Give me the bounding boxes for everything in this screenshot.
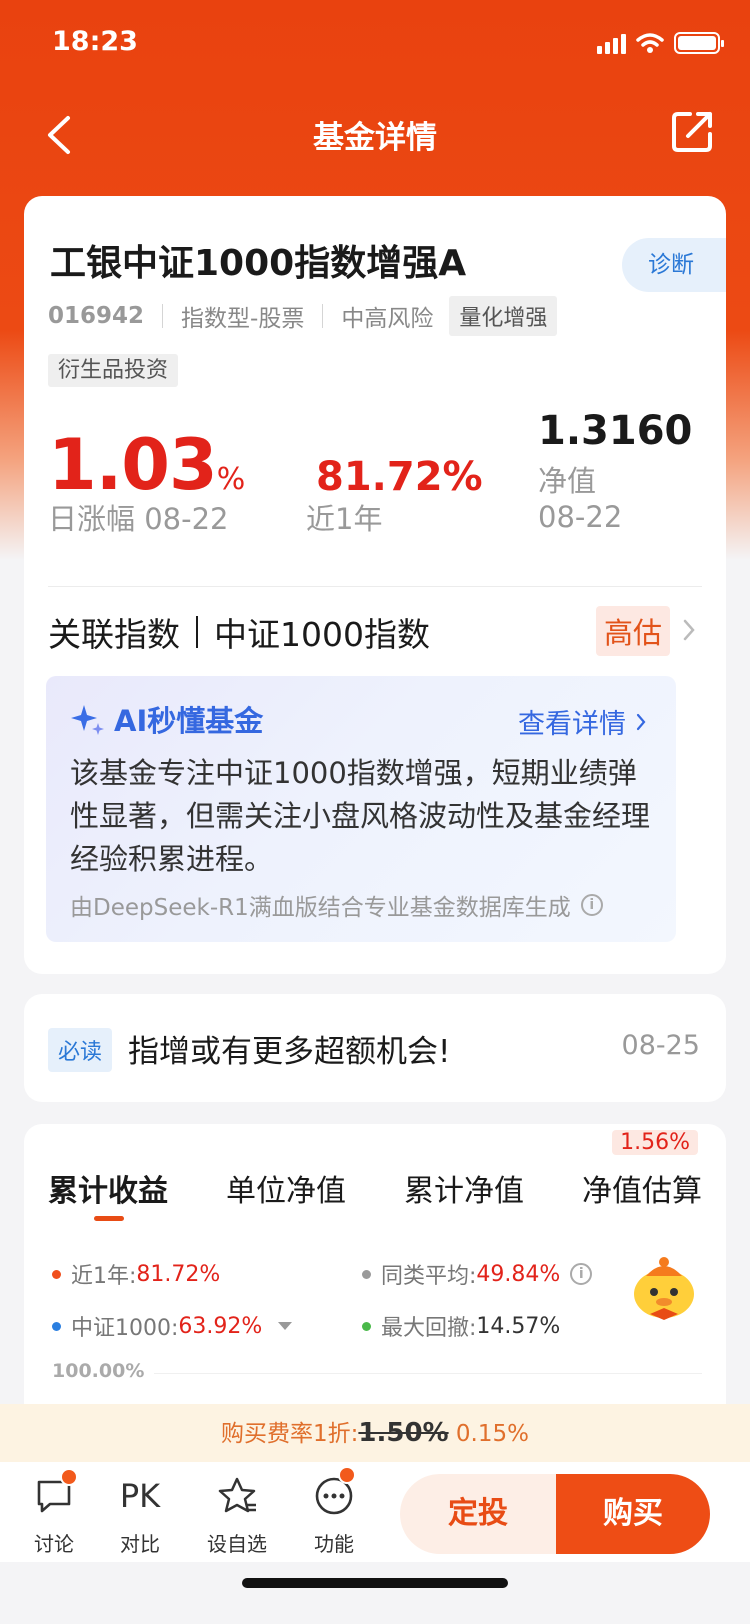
- discounted-fee: 0.15%: [455, 1421, 529, 1447]
- nav-date: 08-22: [538, 500, 623, 534]
- divider: [48, 586, 702, 587]
- chart-tabs: 累计收益 单位净值 累计净值 净值估算: [48, 1166, 702, 1221]
- valuation-badge[interactable]: 高估: [595, 606, 670, 656]
- functions-button[interactable]: 功能: [294, 1466, 374, 1557]
- dropdown-triangle-icon[interactable]: [278, 1322, 293, 1330]
- info-icon[interactable]: i: [570, 1263, 593, 1285]
- battery-icon: [674, 32, 724, 54]
- tab-unit-nav[interactable]: 单位净值: [226, 1166, 346, 1210]
- chevron-right-icon[interactable]: [682, 618, 696, 642]
- discuss-button[interactable]: 讨论: [14, 1468, 94, 1557]
- fund-code: 016942: [48, 303, 145, 329]
- info-icon[interactable]: i: [580, 894, 603, 916]
- fee-banner[interactable]: 购买费率1折:1.50% 0.15%: [0, 1404, 750, 1462]
- one-year-return-label: 近1年: [306, 502, 383, 536]
- divider: [322, 304, 324, 328]
- legend-dot: [362, 1269, 371, 1279]
- ai-view-details-link[interactable]: 查看详情: [518, 702, 646, 741]
- sparkle-icon: [71, 705, 104, 735]
- status-icons: [597, 32, 724, 54]
- related-index-row[interactable]: 关联指数 中证1000指数: [48, 608, 430, 656]
- daily-change-value: 1.03%: [48, 424, 245, 506]
- legend-dot: [52, 1269, 61, 1279]
- bottom-action-bar: 讨论 PK 对比 设自选 功能 定投 购买: [0, 1462, 750, 1562]
- diagnose-button[interactable]: 诊断: [622, 238, 726, 292]
- must-read-badge: 必读: [48, 1028, 113, 1072]
- y-axis-tick-top: 100.00%: [52, 1360, 145, 1382]
- share-icon[interactable]: [668, 106, 718, 156]
- ai-summary-title: AI秒懂基金: [70, 698, 263, 740]
- nav-label: 净值: [538, 464, 597, 498]
- one-year-return-value: 81.72%: [316, 454, 483, 500]
- fund-summary-card: 工银中证1000指数增强A 诊断 016942 指数型-股票 中高风险 量化增强…: [24, 196, 726, 974]
- legend-dot: [362, 1321, 371, 1331]
- legend-category-average: 同类平均: 49.84% i: [362, 1258, 593, 1290]
- news-headline[interactable]: 指增或有更多超额机会!: [128, 1026, 450, 1071]
- legend-dot: [52, 1321, 61, 1331]
- ai-summary-box: AI秒懂基金 查看详情 该基金专注中证1000指数增强，短期业绩弹性显著，但需关…: [46, 676, 676, 942]
- home-indicator[interactable]: [242, 1578, 508, 1588]
- news-date: 08-25: [621, 1030, 700, 1061]
- ai-summary-text: 该基金专注中证1000指数增强，短期业绩弹性显著，但需关注小盘风格波动性及基金经…: [70, 756, 651, 876]
- notification-dot: [60, 1468, 78, 1486]
- legend-max-drawdown: 最大回撤: 14.57%: [362, 1310, 560, 1342]
- sip-button[interactable]: 定投: [400, 1474, 556, 1554]
- related-index-name: 中证1000指数: [214, 615, 430, 654]
- legend-one-year: 近1年: 81.72%: [52, 1258, 220, 1290]
- tab-accumulated-nav[interactable]: 累计净值: [404, 1166, 524, 1210]
- tag-quant: 量化增强: [449, 296, 558, 336]
- active-tab-indicator: [94, 1216, 124, 1221]
- chevron-right-icon: [636, 713, 646, 730]
- fund-name: 工银中证1000指数增强A: [50, 243, 467, 284]
- status-bar: 18:23: [0, 0, 750, 90]
- fund-risk: 中高风险: [341, 306, 434, 332]
- mascot-icon[interactable]: [628, 1252, 700, 1322]
- buy-button[interactable]: 购买: [556, 1474, 710, 1554]
- fund-meta-row: 016942 指数型-股票 中高风险 量化增强: [48, 296, 558, 336]
- cellular-signal-icon: [597, 32, 626, 54]
- pk-icon: PK: [119, 1477, 161, 1515]
- fund-type: 指数型-股票: [181, 306, 305, 332]
- add-watchlist-button[interactable]: 设自选: [197, 1474, 277, 1557]
- notification-dot: [338, 1466, 356, 1484]
- performance-chart-card: 1.56% 累计收益 单位净值 累计净值 净值估算 近1年: 81.72% 同类平…: [24, 1124, 726, 1434]
- home-indicator-area: [0, 1562, 750, 1624]
- tag-derivatives: 衍生品投资: [48, 354, 179, 387]
- wifi-icon: [636, 33, 664, 53]
- estimate-badge: 1.56%: [612, 1130, 698, 1155]
- divider: [162, 304, 164, 328]
- tab-nav-estimate[interactable]: 净值估算: [582, 1166, 702, 1210]
- related-index-label: 关联指数: [48, 615, 180, 654]
- page-title: 基金详情: [313, 120, 437, 156]
- nav-bar: 基金详情: [0, 90, 750, 180]
- news-card[interactable]: 必读 指增或有更多超额机会! 08-25: [24, 994, 726, 1102]
- status-time: 18:23: [52, 26, 138, 57]
- divider: [196, 616, 198, 648]
- ai-source-note: 由DeepSeek-R1满血版结合专业基金数据库生成 i: [70, 888, 603, 922]
- legend-csi1000[interactable]: 中证1000: 63.92%: [52, 1310, 293, 1342]
- original-fee: 1.50%: [358, 1418, 449, 1448]
- star-icon: [218, 1477, 256, 1513]
- compare-button[interactable]: PK 对比: [100, 1474, 180, 1557]
- nav-value: 1.3160: [538, 408, 693, 454]
- tab-cumulative-return[interactable]: 累计收益: [48, 1166, 168, 1221]
- daily-change-label: 日涨幅 08-22: [48, 502, 229, 536]
- grid-line: [154, 1373, 702, 1374]
